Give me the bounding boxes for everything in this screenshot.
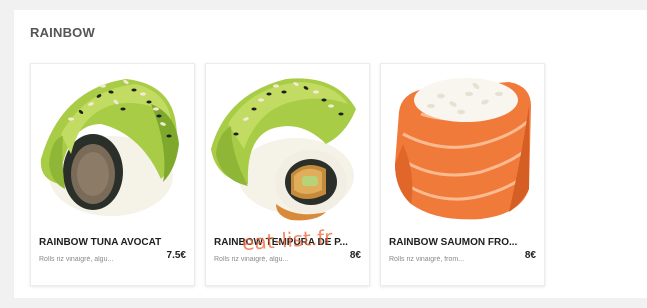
product-card-rainbow-saumon[interactable]: RAINBOW SAUMON FRO... Rolls riz vinaigré… [380,63,545,286]
roll-illustration [40,79,179,216]
rainbow-tempura-roll-image[interactable] [206,64,369,224]
roll-illustration [395,78,531,220]
rainbow-salmon-cheese-roll-image[interactable] [381,64,544,224]
section-title: RAINBOW [30,25,95,40]
product-card-rainbow-tuna-avocat[interactable]: RAINBOW TUNA AVOCAT Rolls riz vinaigré, … [30,63,195,286]
rainbow-section-panel: RAINBOW RAINBOW TUNA AVOCAT Rolls riz vi… [14,10,647,298]
product-name: RAINBOW TUNA AVOCAT [39,237,162,248]
roll-illustration [211,78,356,221]
product-description: Rolls riz vinaigré, algu... [39,256,114,263]
product-price: 7.5€ [166,250,186,261]
rainbow-tuna-avocado-roll-image[interactable] [31,64,194,224]
product-card-rainbow-tempura[interactable]: RAINBOW TEMPURA DE P... Rolls riz vinaig… [205,63,370,286]
product-description: Rolls riz vinaigré, from... [389,256,465,263]
product-description: Rolls riz vinaigré, algu... [214,256,289,263]
product-cards: RAINBOW TUNA AVOCAT Rolls riz vinaigré, … [30,63,647,286]
product-name: RAINBOW SAUMON FRO... [389,237,518,248]
product-name: RAINBOW TEMPURA DE P... [214,237,348,248]
product-price: 8€ [349,250,361,261]
product-price: 8€ [524,250,536,261]
